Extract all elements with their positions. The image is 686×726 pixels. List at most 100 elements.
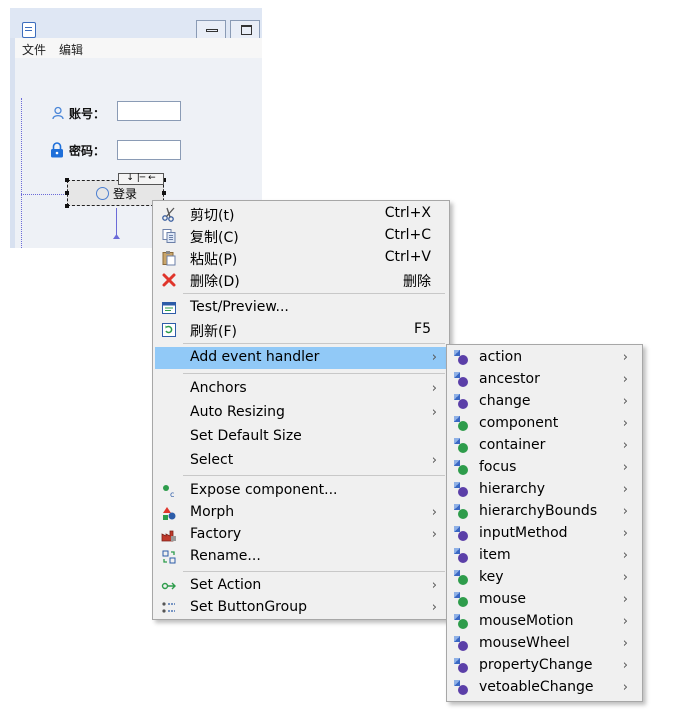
listener-interface-icon	[453, 636, 469, 652]
event-item-label: propertyChange	[479, 657, 593, 673]
listener-interface-icon	[453, 526, 469, 542]
submenu-arrow-icon: ›	[431, 453, 437, 468]
event-item-focus[interactable]: focus ›	[449, 457, 640, 479]
event-item-hierarchyBounds[interactable]: hierarchyBounds ›	[449, 501, 640, 523]
submenu-arrow-icon: ›	[622, 658, 628, 673]
event-item-vetoableChange[interactable]: vetoableChange ›	[449, 677, 640, 699]
guide-anchor-marker	[113, 234, 120, 239]
submenu-arrow-icon: ›	[622, 394, 628, 409]
menu-item-copy[interactable]: 复制(C) Ctrl+C	[155, 225, 447, 247]
event-item-action[interactable]: action ›	[449, 347, 640, 369]
menu-separator	[183, 475, 445, 476]
menu-item-set-default-size[interactable]: Set Default Size	[155, 426, 447, 448]
menu-item-select[interactable]: Select ›	[155, 450, 447, 472]
menu-item-refresh[interactable]: 刷新(F) F5	[155, 319, 447, 341]
event-item-label: action	[479, 349, 523, 365]
listener-class-icon	[453, 438, 469, 454]
alignment-guide-left	[21, 98, 22, 248]
menu-file[interactable]: 文件	[22, 41, 46, 58]
event-item-label: focus	[479, 459, 517, 475]
submenu-arrow-icon: ›	[622, 416, 628, 431]
submenu-arrow-icon: ›	[622, 438, 628, 453]
button-group-icon	[162, 602, 175, 613]
menu-item-label: Auto Resizing	[190, 404, 285, 420]
event-item-propertyChange[interactable]: propertyChange ›	[449, 655, 640, 677]
event-item-hierarchy[interactable]: hierarchy ›	[449, 479, 640, 501]
submenu-arrow-icon: ›	[622, 504, 628, 519]
listener-class-icon	[453, 416, 469, 432]
menu-item-label: Set Action	[190, 577, 262, 593]
menu-item-test-preview[interactable]: Test/Preview...	[155, 297, 447, 319]
menu-item-delete[interactable]: 删除(D) 删除	[155, 269, 447, 291]
event-item-mouse[interactable]: mouse ›	[449, 589, 640, 611]
resize-handle-w[interactable]	[65, 191, 69, 195]
submenu-arrow-icon: ›	[622, 592, 628, 607]
event-item-change[interactable]: change ›	[449, 391, 640, 413]
submenu-arrow-icon: ›	[622, 372, 628, 387]
menu-item-label: 复制(C)	[190, 230, 239, 246]
event-item-ancestor[interactable]: ancestor ›	[449, 369, 640, 391]
event-item-item[interactable]: item ›	[449, 545, 640, 567]
password-field[interactable]	[117, 140, 181, 160]
account-field[interactable]	[117, 101, 181, 121]
menu-item-shortcut: Ctrl+V	[384, 249, 431, 265]
account-label: 账号：	[69, 107, 106, 121]
menu-item-label: Expose component...	[190, 482, 338, 498]
submenu-arrow-icon: ›	[622, 570, 628, 585]
resize-handle-nw[interactable]	[65, 178, 69, 182]
expose-icon: c	[163, 485, 174, 499]
designer-menubar: 文件 编辑	[15, 38, 262, 58]
event-item-label: hierarchyBounds	[479, 503, 598, 519]
menu-item-expose-component[interactable]: c Expose component...	[155, 480, 447, 502]
event-item-label: mouseMotion	[479, 613, 574, 629]
event-item-label: inputMethod	[479, 525, 568, 541]
menu-separator	[183, 373, 445, 374]
submenu-arrow-icon: ›	[622, 482, 628, 497]
menu-item-factory[interactable]: Factory ›	[155, 524, 447, 546]
listener-class-icon	[453, 614, 469, 630]
event-item-label: mouseWheel	[479, 635, 570, 651]
menu-item-label: Set ButtonGroup	[190, 599, 307, 615]
menu-item-anchors[interactable]: Anchors ›	[155, 378, 447, 400]
menu-item-rename[interactable]: Rename...	[155, 546, 447, 568]
menu-item-cut[interactable]: 剪切(t) Ctrl+X	[155, 203, 447, 225]
paste-icon	[162, 251, 176, 266]
event-item-inputMethod[interactable]: inputMethod ›	[449, 523, 640, 545]
menu-separator	[183, 343, 445, 344]
login-button[interactable]: 登录 ↓ |─ ←	[65, 173, 166, 208]
listener-class-icon	[453, 460, 469, 476]
maximize-button[interactable]	[230, 20, 260, 40]
alignment-guide-center	[116, 208, 117, 236]
menu-separator	[183, 293, 445, 294]
menu-item-label: 刷新(F)	[190, 324, 237, 340]
menu-separator	[183, 571, 445, 572]
preview-icon	[162, 302, 176, 314]
menu-item-set-action[interactable]: Set Action ›	[155, 575, 447, 597]
submenu-arrow-icon: ›	[431, 600, 437, 615]
event-item-mouseWheel[interactable]: mouseWheel ›	[449, 633, 640, 655]
event-item-key[interactable]: key ›	[449, 567, 640, 589]
event-item-mouseMotion[interactable]: mouseMotion ›	[449, 611, 640, 633]
menu-item-set-buttongroup[interactable]: Set ButtonGroup ›	[155, 597, 447, 619]
rename-icon	[162, 550, 176, 564]
event-item-label: component	[479, 415, 559, 431]
event-item-component[interactable]: component ›	[449, 413, 640, 435]
menu-item-label: Set Default Size	[190, 428, 302, 444]
event-item-label: mouse	[479, 591, 526, 607]
event-item-container[interactable]: container ›	[449, 435, 640, 457]
anchor-toggle-icon[interactable]: ↓ |─ ←	[118, 173, 164, 185]
listener-interface-icon	[453, 482, 469, 498]
menu-item-add-event-handler[interactable]: Add event handler ›	[155, 347, 447, 369]
minimize-button[interactable]	[196, 20, 226, 40]
menu-item-paste[interactable]: 粘贴(P) Ctrl+V	[155, 247, 447, 269]
listener-class-icon	[453, 592, 469, 608]
listener-interface-icon	[453, 350, 469, 366]
menu-item-morph[interactable]: Morph ›	[155, 502, 447, 524]
resize-handle-sw[interactable]	[65, 204, 69, 208]
menu-item-auto-resizing[interactable]: Auto Resizing ›	[155, 402, 447, 424]
menu-item-label: 粘贴(P)	[190, 252, 238, 268]
morph-icon	[163, 507, 176, 520]
menu-edit[interactable]: 编辑	[59, 41, 83, 58]
listener-interface-icon	[453, 548, 469, 564]
resize-handle-e[interactable]	[162, 191, 166, 195]
